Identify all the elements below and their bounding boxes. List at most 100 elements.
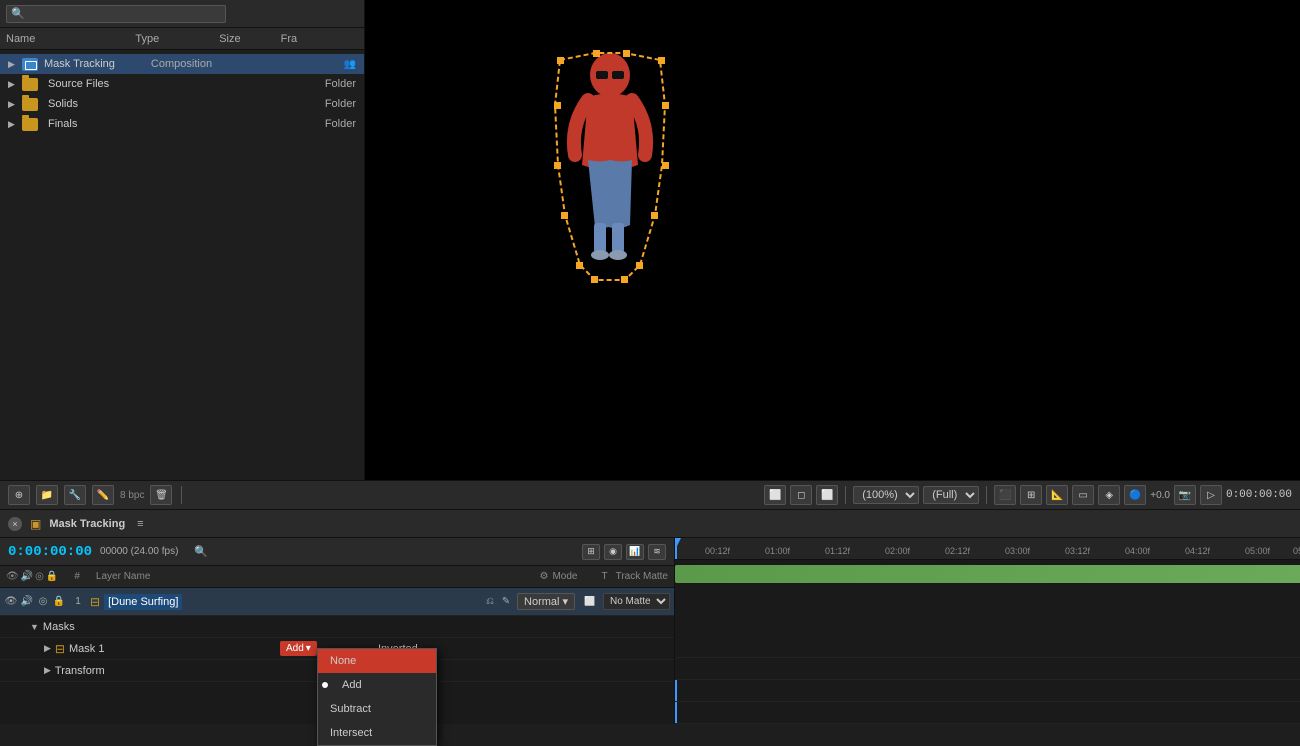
tl-btn-motion-blur[interactable]: ≋: [648, 544, 666, 560]
project-item-finals[interactable]: ▶ Finals Folder: [0, 114, 364, 134]
toggle-transparency[interactable]: ⬛: [994, 485, 1016, 505]
project-search-bar: 🔍: [0, 0, 364, 28]
dropdown-item-subtract[interactable]: Subtract: [318, 697, 436, 721]
sep2: [845, 486, 846, 504]
normal-mode-btn[interactable]: Normal ▾: [517, 593, 575, 610]
layer-name-display[interactable]: [Dune Surfing]: [104, 594, 182, 610]
item-type-solids: Folder: [325, 98, 356, 110]
timeline-tool-icons: ⊞ ◉ 📊 ≋: [582, 544, 666, 560]
col-layer-name: Layer Name: [96, 571, 150, 582]
preview-panel: [365, 0, 1300, 480]
project-panel: 🔍 Name Type Size Fra ▶ Mask Tracking Com…: [0, 0, 365, 480]
timeline-tracks: [675, 560, 1300, 658]
toolbar-btn-4[interactable]: ✏️: [92, 485, 114, 505]
col-type: Type: [135, 33, 159, 45]
timeline-menu-icon[interactable]: ≡: [137, 518, 143, 530]
toggle-safe[interactable]: ▭: [1072, 485, 1094, 505]
toolbar-sep-1: [181, 486, 182, 504]
dropdown-item-intersect[interactable]: Intersect: [318, 721, 436, 745]
item-type-mask-tracking: Composition: [151, 58, 212, 70]
mode-chevron-icon: ▾: [562, 595, 568, 608]
tl-btn-solo[interactable]: ◉: [604, 544, 622, 560]
add-label: Add: [342, 679, 362, 691]
none-label: None: [330, 655, 356, 667]
timeline-close-btn[interactable]: ×: [8, 517, 22, 531]
project-item-source-files[interactable]: ▶ Source Files Folder: [0, 74, 364, 94]
audio-icon: 🔊: [21, 571, 33, 582]
layer-folder-icon: ⊟: [90, 595, 100, 609]
tl-btn-graph[interactable]: 📊: [626, 544, 644, 560]
transform-expand-arrow[interactable]: ▶: [44, 665, 51, 676]
mask-mode-add-btn[interactable]: Add ▾: [280, 641, 317, 656]
play-btn[interactable]: ▷: [1200, 485, 1222, 505]
mask-outline-svg: [550, 45, 670, 285]
alpha-btn[interactable]: ⬜: [816, 485, 838, 505]
toolbar-btn-3[interactable]: 🔧: [64, 485, 86, 505]
ruler-tick-02-12f: 02:12f: [945, 546, 970, 556]
solo-toggle[interactable]: ◎: [36, 595, 50, 609]
project-search-input[interactable]: 🔍: [6, 5, 226, 23]
item-name-solids: Solids: [48, 98, 78, 110]
solo-icon: ◎: [35, 571, 44, 582]
project-item-solids[interactable]: ▶ Solids Folder: [0, 94, 364, 114]
add-dot-indicator: [322, 682, 328, 688]
bpc-label: 8 bpc: [120, 490, 144, 501]
dropdown-item-add[interactable]: Add: [318, 673, 436, 697]
toggle-snap[interactable]: 🔵: [1124, 485, 1146, 505]
layer-switch-1[interactable]: ⎌: [483, 595, 497, 609]
layer-track-bar[interactable]: [675, 565, 1300, 583]
tl-btn-columns[interactable]: ⊞: [582, 544, 600, 560]
masks-expand-arrow[interactable]: ▼: [30, 622, 39, 632]
timeline-controls-bar: 0:00:00:00 00000 (24.00 fps) 🔍 ⊞ ◉ 📊 ≋: [0, 538, 674, 566]
normal-mode-label: Normal: [524, 596, 559, 608]
toolbar-btn-1[interactable]: ⊕: [8, 485, 30, 505]
preview-controls: ⬜ ◻ ⬜ (100%) (Full) ⬛ ⊞ 📐 ▭ ◈ 🔵 +0.0 📷 ▷…: [764, 485, 1292, 505]
search-icon[interactable]: 🔍: [194, 545, 208, 558]
toolbar-btn-2[interactable]: 📁: [36, 485, 58, 505]
mask1-expand-arrow[interactable]: ▶: [44, 643, 51, 654]
col-hash: #: [74, 571, 80, 582]
layer-number: 1: [70, 596, 86, 607]
timecode-display: 0:00:00:00: [1226, 489, 1292, 501]
item-name-finals: Finals: [48, 118, 77, 130]
project-item-mask-tracking[interactable]: ▶ Mask Tracking Composition 👥: [0, 54, 364, 74]
timeline-ruler: 00:12f 01:00f 01:12f 02:00f 02:12f 03:00…: [675, 538, 1300, 560]
ruler-tick-00-12f: 00:12f: [705, 546, 730, 556]
visibility-toggle[interactable]: 👁: [4, 595, 18, 609]
timeline-comp-icon: ▣: [30, 517, 41, 531]
masks-row[interactable]: ▼ Masks: [0, 616, 674, 638]
fit-screen-btn[interactable]: ⬜: [764, 485, 786, 505]
audio-toggle[interactable]: 🔊: [20, 595, 34, 609]
layer-type-icons: ⊟: [90, 595, 100, 609]
layer-switch-2[interactable]: ✎: [499, 595, 513, 609]
playhead-transform-line: [675, 702, 677, 723]
col-switches: ⚙: [539, 571, 548, 582]
col-mode: Mode: [552, 571, 577, 582]
quality-select[interactable]: (Full): [923, 486, 979, 504]
col-track-matte: Track Matte: [616, 571, 668, 582]
mask-mode-controls: Add ▾: [280, 641, 317, 656]
ruler-tick-02-00f: 02:00f: [885, 546, 910, 556]
track-matte-select[interactable]: No Matte: [603, 593, 670, 610]
timeline-title: Mask Tracking: [49, 518, 125, 530]
lock-toggle[interactable]: 🔒: [52, 595, 66, 609]
viewer-toolbar: ⊕ 📁 🔧 ✏️ 8 bpc 🗑 ⬜ ◻ ⬜ (100%) (Full) ⬛ ⊞…: [0, 480, 1300, 510]
track-matte-icon[interactable]: ⬜: [583, 595, 597, 609]
toggle-grid[interactable]: ⊞: [1020, 485, 1042, 505]
expand-arrow-icon: ▶: [8, 79, 16, 90]
zoom-select[interactable]: (100%): [853, 486, 919, 504]
toolbar-btn-trash[interactable]: 🗑: [150, 485, 172, 505]
lock-icon: 🔒: [46, 571, 58, 582]
toggle-3d[interactable]: ◈: [1098, 485, 1120, 505]
col-t: T: [601, 571, 607, 582]
layer-row-1[interactable]: 👁 🔊 ◎ 🔒 1 ⊟ [Dune Surfing] ⎌ ✎ Normal ▾: [0, 588, 674, 616]
masks-track-row: [675, 658, 1300, 680]
mask-folder-icon: ⊟: [55, 642, 65, 656]
toggle-rulers[interactable]: 📐: [1046, 485, 1068, 505]
layers-area: 0:00:00:00 00000 (24.00 fps) 🔍 ⊞ ◉ 📊 ≋ 👁…: [0, 538, 1300, 724]
dropdown-item-none[interactable]: None: [318, 649, 436, 673]
ruler-tick-05-00f: 05:00f: [1245, 546, 1270, 556]
ruler-tick-05-1: 05:1: [1293, 546, 1300, 556]
mask-view-btn[interactable]: ◻: [790, 485, 812, 505]
camera-btn[interactable]: 📷: [1174, 485, 1196, 505]
